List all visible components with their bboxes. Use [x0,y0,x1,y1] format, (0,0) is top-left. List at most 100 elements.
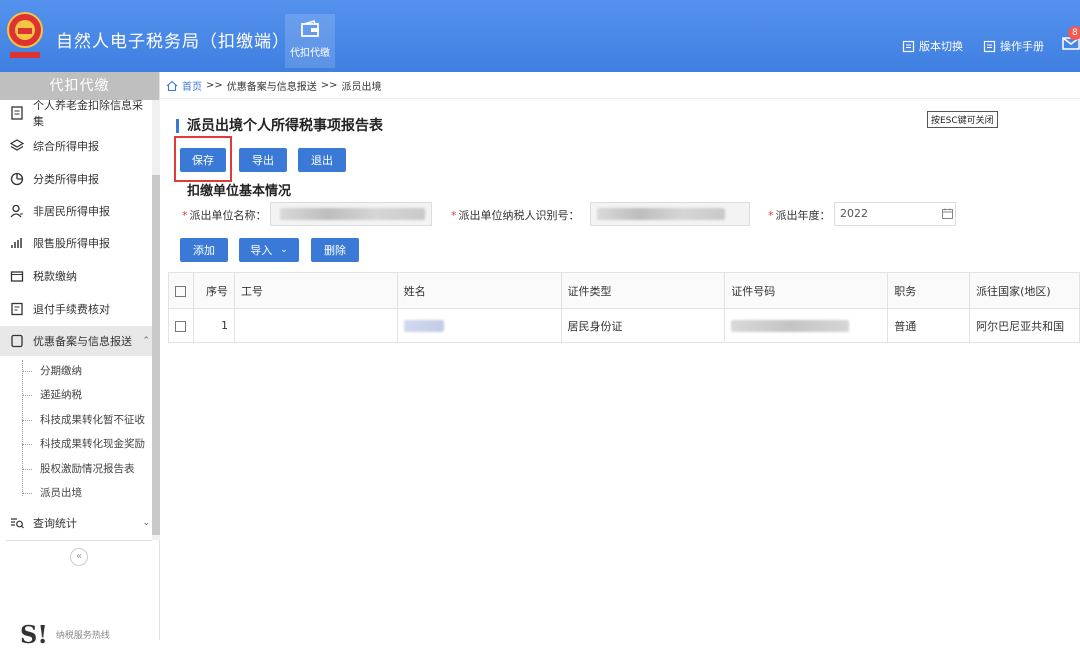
unit-name-label-text: 派出单位名称： [189,209,267,222]
person-icon [10,204,23,218]
sidebar-item-nonresident[interactable]: 非居民所得申报 [0,196,152,226]
col-header-position: 职务 [887,272,971,309]
select-all-checkbox-cell[interactable] [168,272,194,309]
sidebar-subitem-deferred[interactable]: 递延纳税 [22,383,82,407]
sidebar-item-label: 分类所得申报 [33,173,99,186]
sidebar-item-comprehensive[interactable]: 综合所得申报 [0,131,152,161]
row-checkbox-cell[interactable] [168,308,194,343]
cell-position[interactable]: 普通 [887,308,971,343]
cell-name[interactable] [396,308,562,343]
cell-country[interactable]: 阿尔巴尼亚共和国 [969,308,1080,343]
breadcrumb: 首页 >> 优惠备案与信息报送 >> 派员出境 [166,78,382,93]
col-header-id-number: 证件号码 [724,272,889,309]
scrollbar-thumb[interactable] [152,175,160,535]
mail-badge: 8 [1068,26,1080,40]
bar-chart-icon [11,238,22,248]
file-icon [11,334,23,348]
export-button[interactable]: 导出 [239,148,287,172]
sidebar-subitem-equity-report[interactable]: 股权激励情况报告表 [22,457,135,481]
breadcrumb-level2: 派员出境 [341,82,382,93]
chevron-down-icon: ⌄ [280,245,288,255]
app-title: 自然人电子税务局（扣缴端） [56,32,290,52]
tax-id-label: * 派出单位纳税人识别号： [451,207,580,223]
hotline-logo: S! 纳税服务热线 [20,620,110,649]
cell-id-number[interactable] [724,308,889,343]
required-mark: * [182,209,188,222]
sidebar-subitem-tech-exempt[interactable]: 科技成果转化暂不征收 [22,408,145,432]
search-list-icon [11,518,24,529]
sidebar-item-query[interactable]: 查询统计 ⌄ [0,508,152,538]
col-header-emp-no: 工号 [233,272,398,309]
form-title: 派员出境个人所得税事项报告表 [176,119,383,133]
home-icon [166,80,178,91]
redacted-value [280,208,425,220]
col-header-name: 姓名 [396,272,562,309]
cell-id-type[interactable]: 居民身份证 [560,308,726,343]
sidebar-item-label: 综合所得申报 [33,140,99,153]
sidebar-item-preferential[interactable]: 优惠备案与信息报送 ⌃ [0,326,152,356]
sidebar-item-label: 优惠备案与信息报送 [33,335,132,348]
redacted-value [403,320,444,332]
sidebar-item-classified[interactable]: 分类所得申报 [0,164,152,194]
breadcrumb-separator: >> [206,80,223,91]
sidebar-item-label: 限售股所得申报 [33,237,110,250]
tax-id-label-text: 派出单位纳税人识别号： [458,209,580,222]
breadcrumb-divider [160,98,1080,99]
section-title: 扣缴单位基本情况 [187,184,292,199]
sidebar-item-fee-refund[interactable]: 退付手续费核对 [0,294,152,324]
row-checkbox[interactable] [174,320,186,332]
sidebar-item-label: 非居民所得申报 [33,205,110,218]
document-icon [983,40,996,52]
calendar-icon[interactable] [942,208,953,219]
add-button[interactable]: 添加 [180,238,228,262]
tax-bureau-emblem-icon [7,12,43,58]
sidebar-subitem-tech-reward[interactable]: 科技成果转化现金奖励 [22,432,145,456]
year-label-text: 派出年度： [775,209,831,222]
layers-icon [10,139,24,151]
wallet-icon [301,20,319,37]
document-icon [11,106,23,120]
col-header-id-type: 证件类型 [560,272,726,309]
expat-table: 序号 工号 姓名 证件类型 证件号码 职务 派往国家(地区) 1 居民身份证 普… [168,272,1080,343]
redacted-value [597,208,725,220]
select-all-checkbox[interactable] [174,285,186,297]
redacted-value [731,320,850,332]
year-input[interactable]: 2022 [834,202,956,226]
sidebar-subitem-installment[interactable]: 分期缴纳 [22,359,82,383]
sidebar-item-pension[interactable]: 个人养老金扣除信息采集 [0,98,152,128]
col-header-country: 派往国家(地区) [969,272,1080,309]
cell-emp-no[interactable] [233,308,398,343]
save-button-highlight [174,136,232,182]
chevron-down-icon: ⌄ [142,518,150,528]
version-switch-label: 版本切换 [919,40,963,53]
wallet-icon [10,271,24,282]
module-tab-withholding[interactable]: 代扣代缴 [285,14,335,68]
manual-label: 操作手册 [1000,40,1044,53]
table-row[interactable]: 1 居民身份证 普通 阿尔巴尼亚共和国 [168,308,1080,343]
document-icon [902,40,915,52]
sidebar-item-label: 个人养老金扣除信息采集 [33,99,143,128]
pie-icon [10,172,24,186]
app-header: 自然人电子税务局（扣缴端） 代扣代缴 版本切换 操作手册 8 [0,0,1080,72]
breadcrumb-home[interactable]: 首页 [182,78,202,93]
import-button[interactable]: 导入 ⌄ [239,238,299,262]
hotline-label: 纳税服务热线 [55,631,110,641]
manual-link[interactable]: 操作手册 [983,38,1044,54]
delete-button[interactable]: 删除 [311,238,359,262]
sidebar-scrollbar[interactable] [152,100,160,540]
sidebar-item-label: 税款缴纳 [33,270,77,283]
version-switch-link[interactable]: 版本切换 [902,38,963,54]
import-label: 导入 [250,244,273,257]
cell-index: 1 [192,308,235,343]
esc-tooltip: 按ESC键可关闭 [927,111,998,128]
unit-name-label: * 派出单位名称： [182,207,267,223]
form-icon [11,302,23,316]
sidebar-subitem-expat[interactable]: 派员出境 [22,481,82,505]
col-header-index: 序号 [192,272,235,309]
breadcrumb-level1[interactable]: 优惠备案与信息报送 [227,78,317,93]
exit-button[interactable]: 退出 [298,148,346,172]
table-header-row: 序号 工号 姓名 证件类型 证件号码 职务 派往国家(地区) [168,272,1080,309]
sidebar-item-restricted-stock[interactable]: 限售股所得申报 [0,228,152,258]
sidebar-item-tax-payment[interactable]: 税款缴纳 [0,261,152,291]
sidebar-collapse-button[interactable]: « [70,548,88,566]
